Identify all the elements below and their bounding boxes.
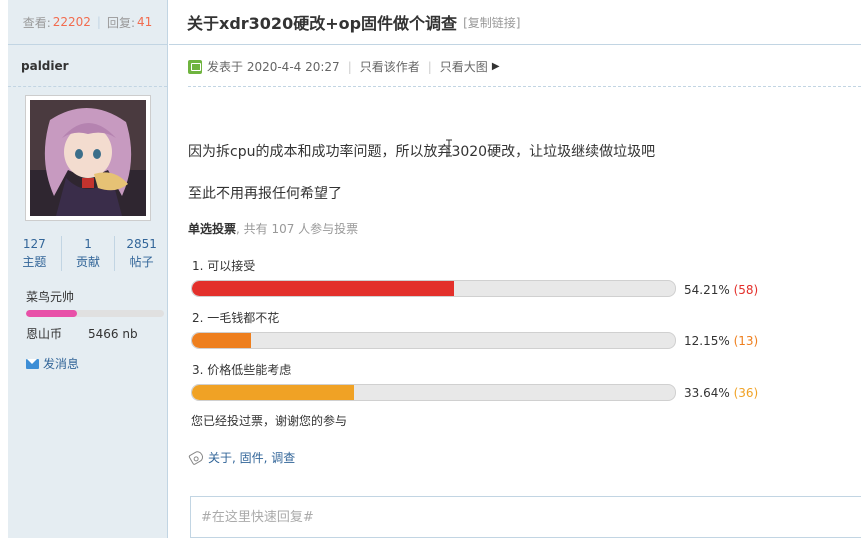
poll-bar-fill bbox=[192, 281, 454, 296]
poll-bar bbox=[191, 280, 676, 297]
post-title: 关于xdr3020硬改+op固件做个调查 bbox=[187, 14, 458, 33]
quick-reply-input[interactable] bbox=[191, 497, 861, 537]
triangle-right-icon[interactable]: ▶ bbox=[492, 61, 500, 72]
post-main: 关于xdr3020硬改+op固件做个调查 [复制链接] 发表于 2020-4-4… bbox=[169, 0, 861, 538]
stat-contribution-value: 1 bbox=[84, 237, 92, 251]
stat-contribution-label: 贡献 bbox=[76, 255, 101, 269]
tag-icon bbox=[188, 449, 205, 466]
poll-result: 54.21% (58) bbox=[684, 283, 758, 297]
poll-option-label: 2. 一毛钱都不花 bbox=[192, 311, 280, 325]
poll-header: 单选投票, 共有 107 人参与投票 bbox=[188, 220, 358, 237]
post-header: 关于xdr3020硬改+op固件做个调查 [复制链接] bbox=[169, 0, 861, 45]
poll-result: 33.64% (36) bbox=[684, 386, 758, 400]
avatar-image bbox=[30, 100, 146, 216]
voted-message: 您已经投过票，谢谢您的参与 bbox=[191, 414, 348, 428]
rank-progress-bar bbox=[26, 310, 164, 317]
stat-contribution[interactable]: 1 贡献 bbox=[62, 236, 116, 271]
stat-topics[interactable]: 127 主题 bbox=[8, 236, 62, 271]
post-paragraph: 至此不用再报任何希望了 bbox=[188, 186, 342, 202]
post-paragraph: 因为拆cpu的成本和成功率问题，所以放弃3020硬改，让垃圾继续做垃圾吧 bbox=[188, 144, 656, 160]
stat-posts-label: 帖子 bbox=[129, 255, 154, 269]
author-name[interactable]: paldier bbox=[8, 45, 167, 87]
poll-option-label: 1. 可以接受 bbox=[192, 259, 256, 273]
stats-divider: | bbox=[96, 15, 101, 29]
stat-posts-value: 2851 bbox=[126, 237, 157, 251]
only-large-image-link[interactable]: 只看大图 bbox=[440, 58, 488, 75]
avatar[interactable] bbox=[25, 95, 151, 221]
poll-percent: 54.21% bbox=[684, 283, 730, 297]
coin-label: 恩山币 bbox=[26, 327, 63, 341]
envelope-icon bbox=[26, 358, 39, 369]
poll-count: (13) bbox=[733, 334, 759, 348]
thread-stats: 查看: 22202 | 回复: 41 bbox=[8, 0, 167, 45]
poll-option-label: 3. 价格低些能考虑 bbox=[192, 363, 292, 377]
online-status-icon bbox=[188, 59, 202, 74]
poll-participants: , 共有 107 人参与投票 bbox=[236, 222, 359, 236]
coin-row: 恩山币 5466 nb bbox=[26, 325, 138, 342]
poll-count: (58) bbox=[733, 283, 759, 297]
send-message-link[interactable]: 发消息 bbox=[26, 355, 79, 372]
quick-reply-box[interactable] bbox=[190, 496, 861, 538]
stat-posts[interactable]: 2851 帖子 bbox=[115, 236, 168, 271]
poll-percent: 12.15% bbox=[684, 334, 730, 348]
stat-topics-value: 127 bbox=[22, 237, 46, 251]
user-rank: 菜鸟元帅 bbox=[26, 290, 75, 304]
post-date: 发表于 2020-4-4 20:27 bbox=[207, 60, 340, 74]
views-label: 查看: bbox=[22, 15, 51, 30]
replies-label: 回复: bbox=[106, 15, 136, 30]
poll-type: 单选投票 bbox=[188, 222, 237, 236]
replies-count: 41 bbox=[137, 15, 153, 29]
poll-bar bbox=[191, 384, 676, 401]
copy-link-button[interactable]: [复制链接] bbox=[463, 14, 520, 31]
rank-progress-fill bbox=[26, 310, 78, 317]
poll-count: (36) bbox=[733, 386, 759, 400]
poll-bar-fill bbox=[192, 385, 355, 400]
author-stats: 127 主题 1 贡献 2851 帖子 bbox=[8, 236, 168, 271]
meta-divider: | bbox=[347, 59, 352, 74]
poll-bar-fill bbox=[192, 333, 251, 348]
author-sidebar: 查看: 22202 | 回复: 41 paldier 127 主题 1 贡献 2… bbox=[8, 0, 168, 538]
tag-list: 关于, 固件, 调查 bbox=[188, 449, 295, 466]
views-count: 22202 bbox=[52, 15, 91, 29]
post-meta: 发表于 2020-4-4 20:27 | 只看该作者 | 只看大图 ▶ bbox=[188, 58, 500, 75]
coin-value: 5466 nb bbox=[88, 327, 138, 341]
stat-topics-label: 主题 bbox=[22, 255, 47, 269]
send-message-label: 发消息 bbox=[43, 357, 80, 371]
poll-result: 12.15% (13) bbox=[684, 334, 758, 348]
meta-separator bbox=[188, 86, 861, 87]
meta-divider: | bbox=[427, 59, 432, 74]
tags-text[interactable]: 关于, 固件, 调查 bbox=[208, 449, 295, 466]
only-author-link[interactable]: 只看该作者 bbox=[360, 58, 420, 75]
poll-percent: 33.64% bbox=[684, 386, 730, 400]
poll-bar bbox=[191, 332, 676, 349]
text-cursor-icon bbox=[446, 139, 452, 157]
